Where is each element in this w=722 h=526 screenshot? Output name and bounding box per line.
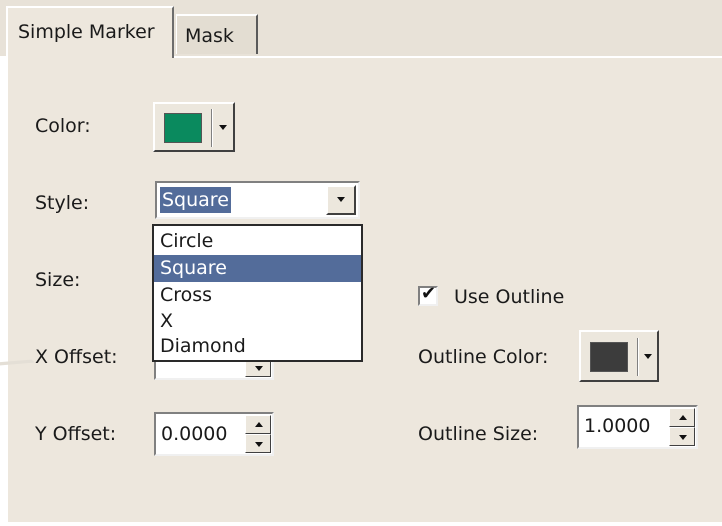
fill-color-swatch: [164, 113, 202, 143]
chevron-down-icon: [644, 354, 652, 359]
style-select[interactable]: Square: [155, 181, 360, 219]
arrow-down-icon: [255, 366, 263, 371]
use-outline-label: Use Outline: [454, 286, 565, 308]
outline-size-increment[interactable]: [669, 408, 695, 427]
chevron-down-icon: [219, 125, 227, 130]
tab-mask[interactable]: Mask: [176, 14, 258, 54]
tab-strip: Simple Marker Mask: [0, 0, 722, 58]
outline-size-value: 1.0000: [584, 415, 651, 437]
arrow-down-icon: [255, 442, 263, 447]
color-picker-separator: [211, 109, 213, 147]
arrow-up-icon: [679, 415, 687, 420]
outline-size-spinner: [669, 408, 695, 446]
x-offset-label: X Offset:: [35, 346, 118, 368]
y-offset-value: 0.0000: [161, 423, 228, 445]
style-option-square[interactable]: Square: [154, 255, 361, 282]
y-offset-label: Y Offset:: [35, 423, 117, 445]
outline-size-input[interactable]: 1.0000: [577, 405, 698, 449]
style-dropdown-button[interactable]: [326, 185, 356, 215]
y-offset-spinner: [245, 415, 271, 453]
chevron-down-icon: [337, 197, 345, 202]
marker-properties-dialog: Simple Marker Mask ⟋ Color: Style: Squar…: [0, 0, 722, 526]
outline-color-label: Outline Color:: [418, 346, 549, 368]
style-option-circle[interactable]: Circle: [154, 228, 361, 255]
outline-size-label: Outline Size:: [418, 423, 539, 445]
outline-color-picker-button[interactable]: [579, 330, 659, 382]
style-dropdown-list: Circle Square Cross X Diamond: [152, 224, 363, 362]
y-offset-increment[interactable]: [245, 415, 271, 434]
use-outline-checkbox[interactable]: ✔: [418, 283, 438, 306]
tab-simple-marker[interactable]: Simple Marker: [6, 6, 174, 58]
color-picker-button[interactable]: [153, 102, 235, 152]
y-offset-input[interactable]: 0.0000: [154, 412, 274, 456]
style-option-cross[interactable]: Cross: [154, 282, 361, 309]
style-option-x[interactable]: X: [154, 308, 361, 335]
outline-color-separator: [637, 338, 639, 376]
arrow-up-icon: [255, 422, 263, 427]
style-label: Style:: [35, 192, 90, 214]
style-option-diamond[interactable]: Diamond: [154, 333, 361, 360]
outline-color-swatch: [590, 342, 628, 372]
color-label: Color:: [35, 115, 91, 137]
y-offset-decrement[interactable]: [245, 434, 271, 453]
outline-size-decrement[interactable]: [669, 427, 695, 446]
size-label: Size:: [35, 269, 81, 291]
check-icon: ✔: [421, 283, 437, 304]
style-selected-value: Square: [160, 187, 231, 213]
simple-marker-panel: ⟋: [0, 56, 722, 522]
arrow-down-icon: [679, 435, 687, 440]
